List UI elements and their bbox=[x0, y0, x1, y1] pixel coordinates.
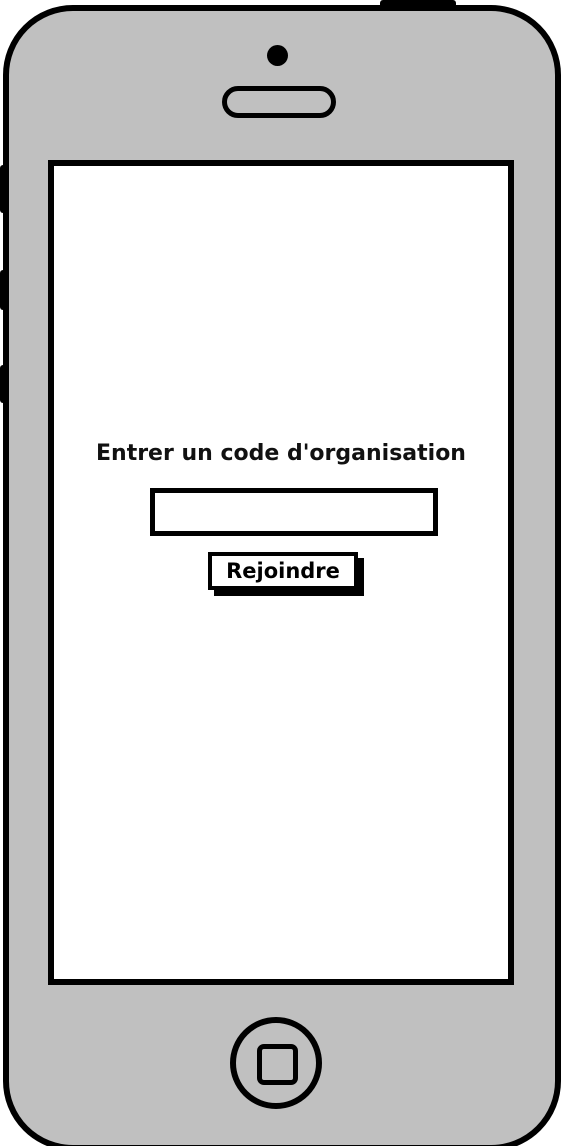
mute-switch[interactable] bbox=[0, 165, 8, 213]
volume-down-button[interactable] bbox=[0, 365, 8, 403]
volume-up-button[interactable] bbox=[0, 270, 8, 310]
page-title: Entrer un code d'organisation bbox=[96, 441, 466, 466]
home-button-icon bbox=[257, 1044, 298, 1085]
speaker-icon bbox=[222, 86, 336, 118]
camera-icon bbox=[267, 45, 288, 66]
power-button[interactable] bbox=[380, 0, 456, 8]
home-button[interactable] bbox=[230, 1017, 322, 1109]
phone-screen: Entrer un code d'organisation Rejoindre bbox=[48, 160, 514, 985]
join-button[interactable]: Rejoindre bbox=[208, 552, 358, 590]
organization-code-input[interactable] bbox=[150, 488, 438, 536]
